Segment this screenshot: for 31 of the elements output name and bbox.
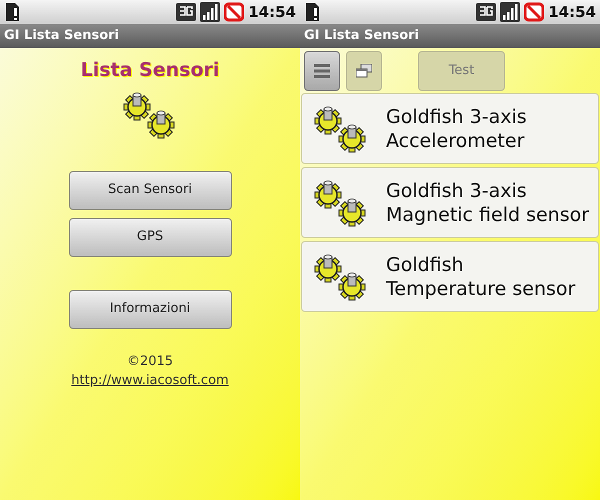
info-button[interactable]: Informazioni — [68, 290, 232, 328]
sensor-name-line: Goldfish 3-axis — [386, 178, 528, 202]
sensor-name-line: Accelerometer — [386, 128, 526, 152]
heading: Lista Sensori — [80, 58, 220, 83]
3g-network-icon — [176, 2, 196, 22]
list-view-button[interactable] — [304, 51, 340, 91]
3g-network-icon — [476, 2, 496, 22]
clock-time: 14:54 — [548, 2, 596, 23]
signal-bars-icon — [500, 2, 520, 22]
signal-bars-icon — [200, 2, 220, 22]
clock-time: 14:54 — [248, 2, 296, 23]
app-title: GI Lista Sensori — [4, 27, 119, 46]
sensor-name-line: Magnetic field sensor — [386, 202, 590, 226]
menu-button[interactable]: GPS — [68, 218, 232, 256]
sensor-list-item[interactable]: Goldfish 3-axis Magnetic field sensor — [301, 167, 599, 238]
sensor-list-item[interactable]: Goldfish 3-axis Accelerometer — [301, 93, 599, 164]
sensor-list-item[interactable]: Goldfish Temperature sensor — [301, 241, 599, 312]
list-icon — [314, 63, 330, 79]
windows-icon — [356, 64, 372, 78]
window-view-button[interactable] — [346, 51, 382, 91]
no-sync-icon — [524, 2, 544, 22]
website-link[interactable]: http://www.iacosoft.com — [71, 371, 229, 390]
sd-card-alert-icon — [304, 2, 320, 22]
app-title: GI Lista Sensori — [304, 27, 419, 46]
menu-button[interactable]: Scan Sensori — [68, 170, 232, 210]
sensor-name-line: Temperature sensor — [386, 276, 576, 300]
copyright-text: ©2015 — [126, 352, 174, 370]
no-sync-icon — [224, 2, 244, 22]
sensor-name-line: Goldfish 3-axis — [386, 104, 527, 128]
sd-card-alert-icon — [4, 2, 20, 22]
sensor-name-line: Goldfish — [386, 252, 465, 276]
